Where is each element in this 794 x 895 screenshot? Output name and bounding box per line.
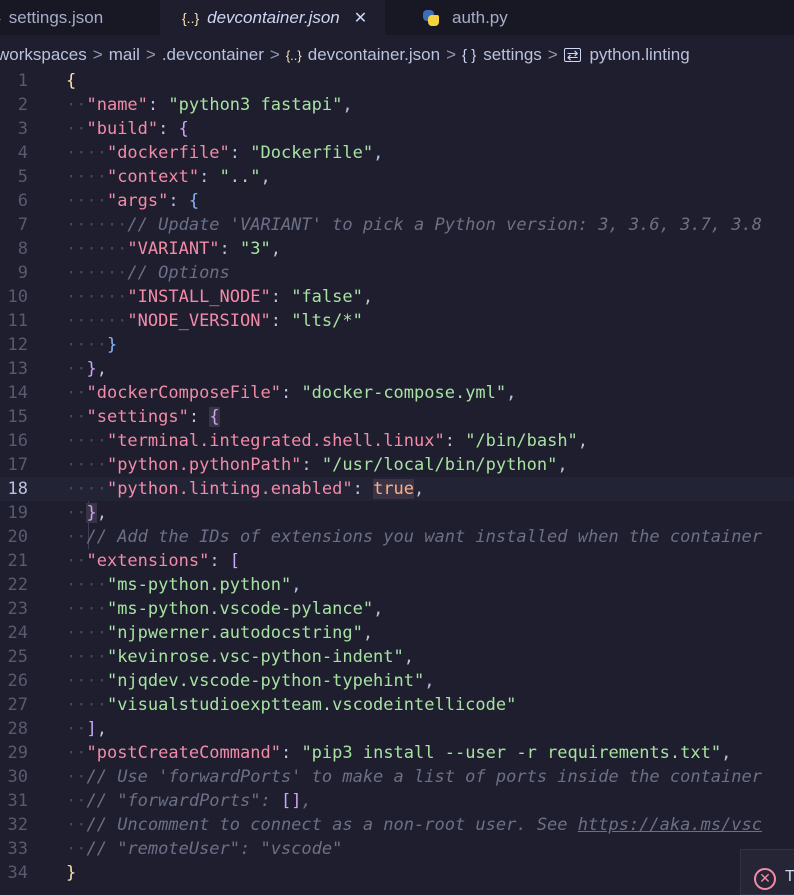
line-number: 21 [7, 551, 28, 571]
tab-label: auth.py [452, 7, 508, 27]
code-line: 27 ····"visualstudioexptteam.vscodeintell… [0, 693, 794, 717]
code-line: 31 ··// "forwardPorts": [], [0, 789, 794, 813]
line-number: 12 [7, 335, 28, 355]
line-number: 8 [17, 239, 28, 259]
line-number: 20 [7, 527, 28, 547]
line-number: 24 [7, 623, 28, 643]
line-number: 3 [17, 119, 28, 139]
line-number: 18 [7, 479, 28, 499]
tab-label: settings.json [8, 7, 104, 27]
code-line: 1{ [0, 69, 794, 93]
code-line: 30 ··// Use 'forwardPorts' to make a list… [0, 765, 794, 789]
line-number: 9 [17, 263, 28, 283]
notification-toast[interactable]: ✕ T [740, 849, 794, 895]
line-number: 33 [7, 839, 28, 859]
tab-settings-json[interactable]: } settings.json [0, 0, 129, 35]
breadcrumb: workspaces > mail > .devcontainer > {..}… [0, 38, 794, 72]
code-editor[interactable]: 1{ 2 ··"name": "python3 fastapi", 3 ··"bui… [0, 69, 794, 886]
line-number: 5 [17, 167, 28, 187]
breadcrumb-item-mail[interactable]: mail [109, 45, 140, 65]
line-number: 22 [7, 575, 28, 595]
code-line: 8 ······"VARIANT": "3", [0, 237, 794, 261]
line-number: 28 [7, 719, 28, 739]
python-icon [422, 9, 440, 27]
code-line: 10 ······"INSTALL_NODE": "false", [0, 285, 794, 309]
chevron-right-icon: > [145, 45, 156, 64]
breadcrumb-item-file[interactable]: devcontainer.json [308, 45, 440, 65]
line-number: 6 [17, 191, 28, 211]
code-line: 15 ··"settings": { [0, 405, 794, 429]
code-line: 13 ··}, [0, 357, 794, 381]
code-line: 5 ····"context": "..", [0, 165, 794, 189]
property-icon: ⇄ [563, 48, 582, 62]
code-line: 17 ····"python.pythonPath": "/usr/local/b… [0, 453, 794, 477]
line-number: 19 [7, 503, 28, 523]
close-icon[interactable]: ✕ [354, 8, 367, 28]
code-line: 4 ····"dockerfile": "Dockerfile", [0, 141, 794, 165]
json-braces-icon: {..} [285, 47, 302, 63]
line-number: 7 [17, 215, 28, 235]
code-line: 14 ··"dockerComposeFile": "docker-compose… [0, 381, 794, 405]
code-line: 29 ··"postCreateCommand": "pip3 install -… [0, 741, 794, 765]
code-line: 34} [0, 861, 794, 885]
line-number: 31 [7, 791, 28, 811]
tab-auth-py[interactable]: auth.py [422, 0, 508, 35]
line-number: 25 [7, 647, 28, 667]
chevron-right-icon: > [547, 45, 558, 64]
line-number: 15 [7, 407, 28, 427]
line-number: 11 [7, 311, 28, 331]
code-line: 28 ··], [0, 717, 794, 741]
chevron-right-icon: > [269, 45, 280, 64]
code-line: 11 ······"NODE_VERSION": "lts/*" [0, 309, 794, 333]
chevron-right-icon: > [92, 45, 103, 64]
url-link[interactable]: https://aka.ms/vsc [578, 815, 762, 835]
editor-tab-bar: } settings.json {..} devcontainer.json ✕… [0, 0, 794, 35]
code-line: 23 ····"ms-python.vscode-pylance", [0, 597, 794, 621]
line-number: 17 [7, 455, 28, 475]
code-line: 9 ······// Options [0, 261, 794, 285]
notification-text: T [785, 868, 794, 885]
line-number: 23 [7, 599, 28, 619]
code-line: 6 ····"args": { [0, 189, 794, 213]
code-line: 20 ··// Add the IDs of extensions you wan… [0, 525, 794, 549]
line-number: 29 [7, 743, 28, 763]
line-number: 14 [7, 383, 28, 403]
chevron-right-icon: > [446, 45, 457, 64]
code-line: 21 ··"extensions": [ [0, 549, 794, 573]
json-braces-icon: } [0, 10, 1, 26]
breadcrumb-item-devcontainer-folder[interactable]: .devcontainer [162, 45, 264, 65]
line-number: 34 [7, 863, 28, 883]
breadcrumb-item-settings[interactable]: settings [483, 45, 542, 65]
code-line: 2 ··"name": "python3 fastapi", [0, 93, 794, 117]
line-number: 26 [7, 671, 28, 691]
json-braces-icon: {..} [182, 9, 200, 26]
code-line: 3 ··"build": { [0, 117, 794, 141]
line-number: 13 [7, 359, 28, 379]
code-line: 19 ··}, [0, 501, 794, 525]
code-line: 25 ····"kevinrose.vsc-python-indent", [0, 645, 794, 669]
line-number: 30 [7, 767, 28, 787]
line-number: 27 [7, 695, 28, 715]
line-number: 2 [17, 95, 28, 115]
code-line: 12 ····} [0, 333, 794, 357]
line-number: 32 [7, 815, 28, 835]
breadcrumb-item-property[interactable]: python.linting [589, 45, 689, 65]
code-line-current: 18 ····"python.linting.enabled": true, [0, 477, 794, 501]
code-line: 7 ······// Update 'VARIANT' to pick a Pyt… [0, 213, 794, 237]
code-line: 32 ··// Uncomment to connect as a non-roo… [0, 813, 794, 837]
line-number: 10 [7, 287, 28, 307]
line-number: 4 [17, 143, 28, 163]
tab-label: devcontainer.json [207, 7, 340, 27]
code-line: 33 ··// "remoteUser": "vscode" [0, 837, 794, 861]
code-line: 26 ····"njqdev.vscode-python-typehint", [0, 669, 794, 693]
breadcrumb-item-workspaces[interactable]: workspaces [0, 45, 87, 65]
code-line: 24 ····"njpwerner.autodocstring", [0, 621, 794, 645]
line-number: 16 [7, 431, 28, 451]
line-number: 1 [17, 71, 28, 91]
tab-devcontainer-json[interactable]: {..} devcontainer.json ✕ [160, 0, 386, 35]
error-icon: ✕ [754, 868, 776, 890]
code-line: 22 ····"ms-python.python", [0, 573, 794, 597]
code-line: 16 ····"terminal.integrated.shell.linux":… [0, 429, 794, 453]
object-icon: { } [462, 46, 477, 64]
